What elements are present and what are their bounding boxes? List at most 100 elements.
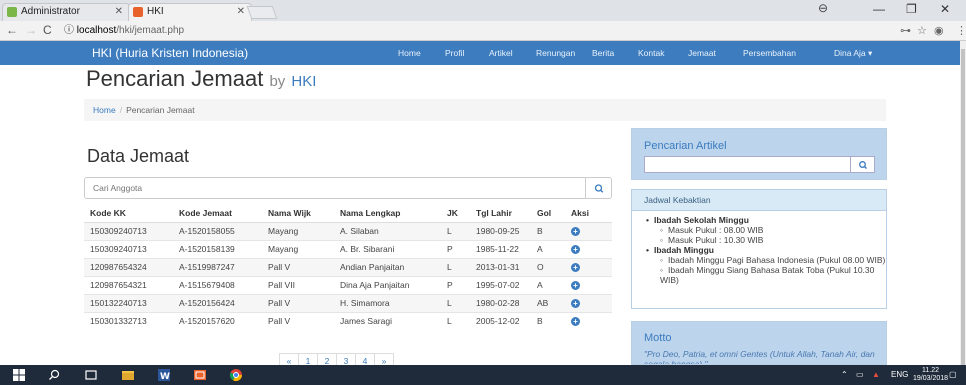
notification-icon[interactable]: ▢ (949, 370, 957, 379)
cell-aksi: + (565, 311, 612, 330)
task-view-icon[interactable] (84, 368, 98, 382)
url-field[interactable]: ⓘ localhost/hki/jemaat.php (64, 23, 854, 39)
schedule-subitem: Ibadah Minggu Siang Bahasa Batak Toba (P… (646, 265, 886, 285)
file-explorer-icon[interactable] (121, 368, 135, 382)
cell-aksi: + (565, 221, 612, 240)
nav-home[interactable]: Home (398, 48, 421, 58)
cell-nama-wijk: Mayang (262, 239, 334, 258)
cell-tgl-lahir: 2013-01-31 (470, 257, 531, 276)
cell-nama-lengkap: H. Simamora (334, 293, 441, 312)
article-search-panel: Pencarian Artikel (631, 128, 887, 180)
schedule-item: Ibadah Sekolah Minggu (646, 215, 886, 225)
cell-jk: P (441, 275, 470, 294)
add-circle-icon[interactable]: + (571, 281, 580, 290)
clock[interactable]: 11.22 19/03/2018 (913, 367, 948, 383)
cell-kode-kk: 120987654321 (84, 275, 173, 294)
search-icon (594, 184, 604, 193)
schedule-subitem: Masuk Pukul : 08.00 WIB (646, 225, 886, 235)
cell-aksi: + (565, 239, 612, 258)
article-search-input[interactable] (644, 156, 851, 173)
member-search-input[interactable] (84, 177, 586, 199)
tab-label: Administrator (21, 6, 80, 17)
nav-user-dropdown[interactable]: Dina Aja ▾ (834, 48, 872, 59)
maximize-icon[interactable]: ❐ (906, 2, 917, 16)
cell-tgl-lahir: 1980-02-28 (470, 293, 531, 312)
cell-kode-jemaat: A-1515679408 (173, 275, 262, 294)
nav-jemaat[interactable]: Jemaat (688, 48, 716, 58)
windows-start-icon[interactable] (12, 368, 26, 382)
browser-tab-hki[interactable]: HKI ✕ (128, 3, 252, 21)
close-icon[interactable]: ✕ (237, 4, 245, 20)
nav-berita[interactable]: Berita (592, 48, 614, 58)
cell-gol: A (531, 239, 565, 258)
article-search-button[interactable] (850, 156, 875, 173)
page-title-brand: HKI (291, 73, 317, 90)
menu-icon[interactable]: ⋮ (956, 24, 966, 37)
new-tab-button[interactable] (246, 6, 278, 19)
add-circle-icon[interactable]: + (571, 299, 580, 308)
col-jk: JK (441, 204, 470, 223)
cell-tgl-lahir: 2005-12-02 (470, 311, 531, 330)
star-icon[interactable]: ☆ (917, 24, 927, 37)
mail-icon[interactable] (193, 368, 207, 382)
table-header-row: Kode KK Kode Jemaat Nama Wijk Nama Lengk… (84, 204, 612, 223)
col-kode-jemaat: Kode Jemaat (173, 204, 262, 223)
table-row: 120987654324 A-1519987247 Pall V Andian Pan… (84, 257, 612, 276)
scrollbar-thumb[interactable] (961, 49, 965, 369)
table-row: 150132240713 A-1520156424 Pall V H. Simamor… (84, 293, 612, 312)
cell-jk: L (441, 257, 470, 276)
extension-icon[interactable]: ◉ (934, 24, 944, 37)
network-icon[interactable]: ▲ (872, 370, 880, 379)
cell-kode-kk: 150309240713 (84, 239, 173, 258)
add-circle-icon[interactable]: + (571, 227, 580, 236)
member-search-button[interactable] (585, 177, 612, 199)
hki-favicon-icon (133, 7, 143, 17)
col-gol: Gol (531, 204, 565, 223)
table-row: 120987654321 A-1515679408 Pall VII Dina Aja… (84, 275, 612, 294)
page-title: Pencarian Jemaat by HKI (86, 66, 316, 92)
page-title-by: by (269, 73, 286, 90)
url-path: /hki/jemaat.php (116, 25, 185, 36)
add-circle-icon[interactable]: + (571, 263, 580, 272)
word-icon[interactable]: W (157, 368, 171, 382)
profile-icon[interactable]: ⊖ (818, 1, 828, 15)
clock-time: 11.22 (922, 367, 940, 374)
window-close-icon[interactable]: ✕ (940, 2, 950, 16)
forward-arrow-icon[interactable]: → (25, 23, 37, 37)
cell-nama-lengkap: A. Silaban (334, 221, 441, 240)
search-icon (859, 161, 867, 169)
cell-kode-kk: 150309240713 (84, 221, 173, 240)
navbar-brand[interactable]: HKI (Huria Kristen Indonesia) (92, 46, 248, 60)
breadcrumb-home[interactable]: Home (93, 105, 116, 115)
col-aksi: Aksi (565, 204, 612, 223)
nav-kontak[interactable]: Kontak (638, 48, 664, 58)
member-table: Kode KK Kode Jemaat Nama Wijk Nama Lengk… (84, 204, 612, 330)
nav-profil[interactable]: Profil (445, 48, 464, 58)
reload-icon[interactable]: C (43, 23, 52, 37)
chevron-up-icon[interactable]: ⌃ (841, 370, 848, 379)
page-scrollbar[interactable] (960, 41, 966, 369)
chrome-icon[interactable] (229, 368, 243, 382)
nav-artikel[interactable]: Artikel (489, 48, 513, 58)
cell-kode-kk: 150132240713 (84, 293, 173, 312)
nav-renungan[interactable]: Renungan (536, 48, 575, 58)
cell-gol: B (531, 311, 565, 330)
browser-tab-administrator[interactable]: Administrator ✕ (2, 3, 130, 21)
add-circle-icon[interactable]: + (571, 245, 580, 254)
battery-icon[interactable]: ▭ (856, 370, 864, 379)
table-row: 150309240713 A-1520158139 Mayang A. Br. Sib… (84, 239, 612, 258)
language-indicator[interactable]: ENG (891, 370, 908, 379)
back-arrow-icon[interactable]: ← (6, 23, 18, 37)
schedule-subitem: Masuk Pukul : 10.30 WIB (646, 235, 886, 245)
search-icon[interactable] (47, 368, 61, 382)
close-icon[interactable]: ✕ (115, 4, 123, 20)
cell-aksi: + (565, 293, 612, 312)
cell-aksi: + (565, 257, 612, 276)
key-icon[interactable]: ⊶ (900, 24, 911, 37)
site-navbar: HKI (Huria Kristen Indonesia) Home Profi… (0, 41, 960, 65)
add-circle-icon[interactable]: + (571, 317, 580, 327)
minimize-icon[interactable]: — (873, 2, 885, 16)
article-search-title: Pencarian Artikel (644, 140, 727, 152)
schedule-subitem: Ibadah Minggu Pagi Bahasa Indonesia (Puk… (646, 255, 886, 265)
nav-persembahan[interactable]: Persembahan (743, 48, 796, 58)
